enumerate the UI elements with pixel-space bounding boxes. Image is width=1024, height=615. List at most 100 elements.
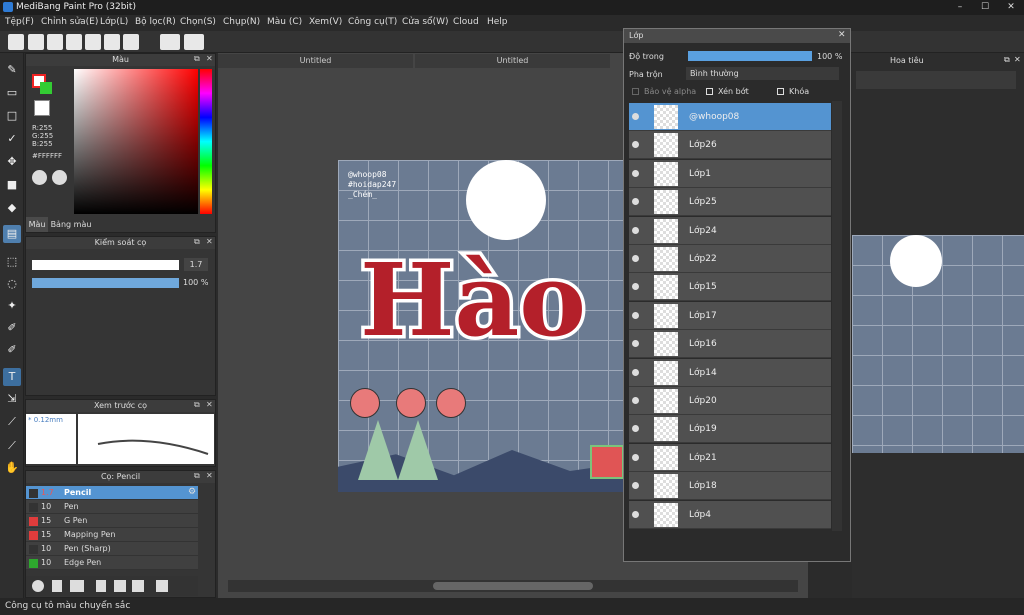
float-icon[interactable]: ⧉ <box>1004 55 1010 65</box>
secondary-color-swatch[interactable] <box>40 82 52 94</box>
menu-select[interactable]: Chọn(S) <box>180 17 216 27</box>
float-icon[interactable]: ⧉ <box>194 54 200 64</box>
duplicate-icon[interactable] <box>132 580 144 592</box>
protect-alpha-checkbox[interactable] <box>632 88 639 95</box>
chat-icon[interactable] <box>66 34 82 50</box>
magic-wand-icon[interactable]: ✦ <box>3 297 21 315</box>
hand-tool-icon[interactable]: ✋ <box>3 459 21 477</box>
eye-icon[interactable] <box>632 482 639 490</box>
scroll-thumb[interactable] <box>433 582 593 590</box>
layer-row[interactable]: Lớp15 <box>629 273 831 302</box>
minimize-button[interactable]: – <box>952 1 968 14</box>
move-tool-icon[interactable]: ✥ <box>3 153 21 171</box>
panel-icon[interactable] <box>123 34 139 50</box>
layer-row[interactable]: Lớp26 <box>629 131 831 160</box>
maximize-button[interactable]: ☐ <box>977 1 993 14</box>
menu-view[interactable]: Xem(V) <box>309 17 342 27</box>
layer-row[interactable]: Lớp25 <box>629 188 831 217</box>
menu-layer[interactable]: Lớp(L) <box>100 17 128 27</box>
document-icon[interactable] <box>85 34 101 50</box>
brush-item[interactable]: 10 Pen (Sharp) <box>26 542 198 556</box>
menu-window[interactable]: Cửa sổ(W) <box>402 17 448 27</box>
close-icon[interactable]: ✕ <box>206 54 213 63</box>
eye-icon[interactable] <box>632 198 639 206</box>
select-eraser-icon[interactable]: ✐ <box>3 341 21 359</box>
gear-icon[interactable]: ⚙ <box>188 487 196 497</box>
layer-row[interactable]: Lớp4 <box>629 500 831 529</box>
layer-row[interactable]: @whoop08 <box>629 103 831 131</box>
float-icon[interactable]: ⧉ <box>194 237 200 247</box>
brush-item[interactable]: 15 Mapping Pen <box>26 528 198 542</box>
brush-item[interactable]: 15 G Pen <box>26 514 198 528</box>
new-brush-icon[interactable] <box>52 580 62 592</box>
eraser-tool-icon[interactable]: ▭ <box>3 84 21 102</box>
layer-row[interactable]: Lớp19 <box>629 415 831 444</box>
layer-row[interactable]: Lớp24 <box>629 216 831 245</box>
layer-row[interactable]: Lớp17 <box>629 301 831 330</box>
close-button[interactable]: ✕ <box>1003 1 1019 14</box>
eye-icon[interactable] <box>632 226 639 234</box>
redo-icon[interactable] <box>184 34 204 50</box>
navigator-preview[interactable] <box>852 235 1024 453</box>
eye-icon[interactable] <box>632 510 639 518</box>
brush-opacity-slider[interactable] <box>32 278 179 288</box>
eyedropper-icon[interactable]: ⟋ <box>3 437 21 455</box>
hue-slider[interactable] <box>200 69 212 214</box>
gradient-tool-icon[interactable]: ▤ <box>3 225 21 243</box>
horizontal-scrollbar[interactable] <box>228 580 798 592</box>
brush-size-slider[interactable] <box>32 260 179 270</box>
opacity-slider[interactable] <box>688 51 812 61</box>
eye-icon[interactable] <box>632 169 639 177</box>
undo-icon[interactable] <box>160 34 180 50</box>
upload-icon[interactable] <box>28 34 44 50</box>
clip-checkbox[interactable] <box>706 88 713 95</box>
eye-icon[interactable] <box>632 283 639 291</box>
layer-row[interactable]: Lớp14 <box>629 358 831 387</box>
eye-icon[interactable] <box>632 255 639 262</box>
menu-tools[interactable]: Công cụ(T) <box>348 17 397 27</box>
eye-icon[interactable] <box>632 113 639 120</box>
close-icon[interactable]: ✕ <box>206 400 213 409</box>
text-tool-icon[interactable]: T <box>3 368 21 386</box>
brush-item[interactable]: 10 Edge Pen <box>26 556 198 570</box>
artwork[interactable]: @whoop08 #hoidap247 _Chém_ Hào <box>338 160 628 492</box>
close-icon[interactable]: ✕ <box>206 471 213 480</box>
layer-row[interactable]: Lớp20 <box>629 387 831 415</box>
comment-icon[interactable] <box>47 34 63 50</box>
close-icon[interactable]: ✕ <box>1014 55 1021 64</box>
menu-filter[interactable]: Bộ lọc(R) <box>135 17 176 27</box>
eye-icon[interactable] <box>632 311 639 319</box>
eye-icon[interactable] <box>632 453 639 461</box>
menu-capture[interactable]: Chụp(N) <box>223 17 260 27</box>
eye-icon[interactable] <box>632 141 639 149</box>
select-pen-icon[interactable]: ✐ <box>3 319 21 337</box>
eye-icon[interactable] <box>632 368 639 376</box>
eyedrop-color-icon[interactable] <box>52 170 67 185</box>
menu-cloud[interactable]: Cloud <box>453 17 479 27</box>
eye-icon[interactable] <box>632 397 639 404</box>
tab-color[interactable]: Màu <box>26 217 48 232</box>
divide-tool-icon[interactable]: ⟋ <box>3 413 21 431</box>
brush-item[interactable]: 10 Pen <box>26 500 198 514</box>
menu-file[interactable]: Tệp(F) <box>5 17 34 27</box>
bucket-tool-icon[interactable]: ◆ <box>3 199 21 217</box>
float-icon[interactable]: ⧉ <box>194 471 200 481</box>
brush-tool-icon[interactable]: ✎ <box>3 61 21 79</box>
menu-edit[interactable]: Chỉnh sửa(E) <box>41 17 98 27</box>
float-icon[interactable]: ⧉ <box>194 400 200 410</box>
select-rect-icon[interactable]: ⬚ <box>3 253 21 271</box>
lasso-icon[interactable]: ◌ <box>3 275 21 293</box>
layer-row[interactable]: Lớp21 <box>629 443 831 472</box>
layer-row[interactable]: Lớp18 <box>629 472 831 501</box>
layer-scrollbar[interactable] <box>832 101 842 531</box>
close-icon[interactable]: ✕ <box>206 237 213 246</box>
cloud-brush-icon[interactable] <box>32 580 44 592</box>
brush-size-value[interactable]: 1.7 <box>184 258 208 271</box>
add-brush-icon[interactable] <box>70 580 84 592</box>
palette-icon[interactable] <box>32 170 47 185</box>
close-icon[interactable]: ✕ <box>838 30 846 40</box>
eye-icon[interactable] <box>632 340 639 348</box>
layer-row[interactable]: Lớp1 <box>629 159 831 188</box>
lock-checkbox[interactable] <box>777 88 784 95</box>
color-field[interactable] <box>74 69 198 214</box>
